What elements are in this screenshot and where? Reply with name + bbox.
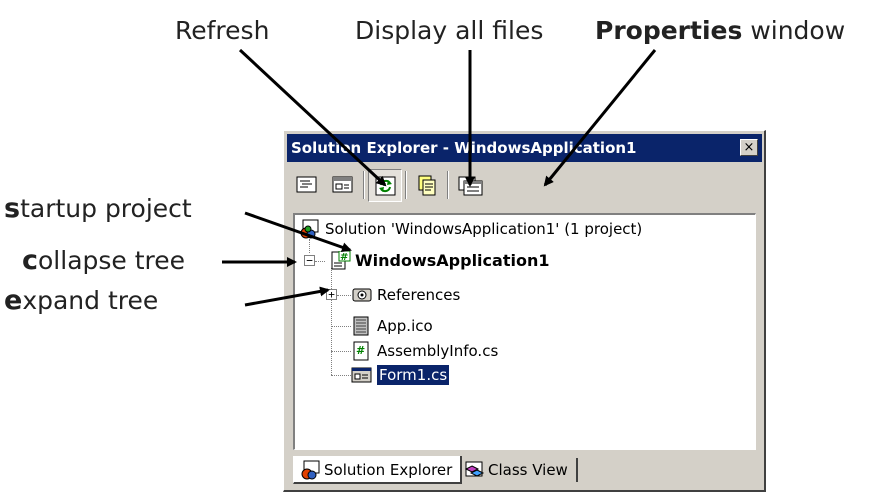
callout-collapse-tree: collapse tree bbox=[22, 247, 185, 274]
solution-explorer-window: Solution Explorer - WindowsApplication1 … bbox=[283, 130, 766, 492]
solution-icon bbox=[300, 219, 319, 239]
svg-text:#: # bbox=[340, 252, 348, 263]
callout-display-all-files: Display all files bbox=[355, 16, 544, 45]
tab-class-view[interactable]: Class View bbox=[458, 458, 578, 482]
tree-connector bbox=[331, 375, 351, 376]
tree-connector bbox=[331, 351, 351, 352]
callout-startup-project: startup project bbox=[4, 195, 192, 222]
tree-connector bbox=[309, 239, 310, 253]
view-code-icon bbox=[296, 176, 317, 193]
assemblyinfo-label: AssemblyInfo.cs bbox=[377, 342, 499, 360]
tab-solution-explorer-label: Solution Explorer bbox=[324, 461, 453, 479]
tree-connector bbox=[315, 261, 325, 262]
expand-toggle[interactable]: + bbox=[326, 289, 337, 300]
panel-tabs: Solution Explorer Class View bbox=[293, 456, 756, 486]
solution-explorer-tab-icon bbox=[301, 460, 320, 480]
view-code-button[interactable] bbox=[290, 169, 324, 202]
callout-expand-rest: xpand tree bbox=[22, 286, 159, 315]
references-icon bbox=[352, 288, 372, 302]
callout-startup-rest: tartup project bbox=[20, 194, 192, 223]
window-titlebar[interactable]: Solution Explorer - WindowsApplication1 … bbox=[287, 134, 762, 162]
tab-solution-explorer[interactable]: Solution Explorer bbox=[293, 456, 463, 484]
show-all-files-icon bbox=[418, 175, 436, 196]
window-title: Solution Explorer - WindowsApplication1 bbox=[291, 139, 637, 157]
class-view-tab-icon bbox=[464, 461, 485, 477]
cs-file-icon: # bbox=[353, 341, 369, 361]
ico-file-icon bbox=[353, 316, 369, 336]
callout-collapse-rest: ollapse tree bbox=[38, 246, 186, 275]
tree-connector bbox=[337, 295, 351, 296]
svg-text:#: # bbox=[356, 344, 365, 357]
tree-connector bbox=[331, 326, 351, 327]
solution-label: Solution 'WindowsApplication1' (1 projec… bbox=[325, 220, 643, 238]
form1-label: Form1.cs bbox=[375, 364, 451, 386]
form-file-icon bbox=[351, 367, 372, 383]
toolbar-separator bbox=[363, 171, 365, 199]
callout-expand-tree: expand tree bbox=[4, 287, 158, 314]
properties-icon bbox=[458, 176, 483, 196]
project-label: WindowsApplication1 bbox=[355, 251, 550, 270]
references-label: References bbox=[377, 286, 461, 304]
cs-project-icon: # bbox=[331, 251, 351, 270]
collapse-toggle[interactable]: − bbox=[304, 255, 315, 266]
callout-startup-cap: s bbox=[4, 193, 21, 224]
callout-collapse-cap: c bbox=[22, 245, 39, 276]
refresh-button[interactable] bbox=[368, 169, 402, 202]
toolbar-separator bbox=[405, 171, 407, 199]
view-designer-icon bbox=[332, 176, 353, 193]
solution-tree: Solution 'WindowsApplication1' (1 projec… bbox=[293, 213, 756, 450]
toolbar-separator bbox=[447, 171, 449, 199]
tab-class-view-label: Class View bbox=[488, 461, 568, 479]
callout-properties-window: Properties window bbox=[595, 18, 845, 43]
callout-refresh: Refresh bbox=[175, 16, 270, 45]
show-all-files-button[interactable] bbox=[410, 169, 444, 202]
callout-properties-bold: Properties bbox=[595, 16, 743, 45]
view-designer-button[interactable] bbox=[326, 169, 360, 202]
tree-connector bbox=[331, 268, 332, 375]
refresh-icon bbox=[375, 176, 396, 196]
close-button[interactable]: × bbox=[740, 139, 758, 156]
properties-button[interactable] bbox=[452, 169, 486, 202]
callout-expand-cap: e bbox=[4, 285, 23, 316]
callout-properties-rest: window bbox=[742, 16, 846, 45]
app-ico-label: App.ico bbox=[377, 317, 433, 335]
